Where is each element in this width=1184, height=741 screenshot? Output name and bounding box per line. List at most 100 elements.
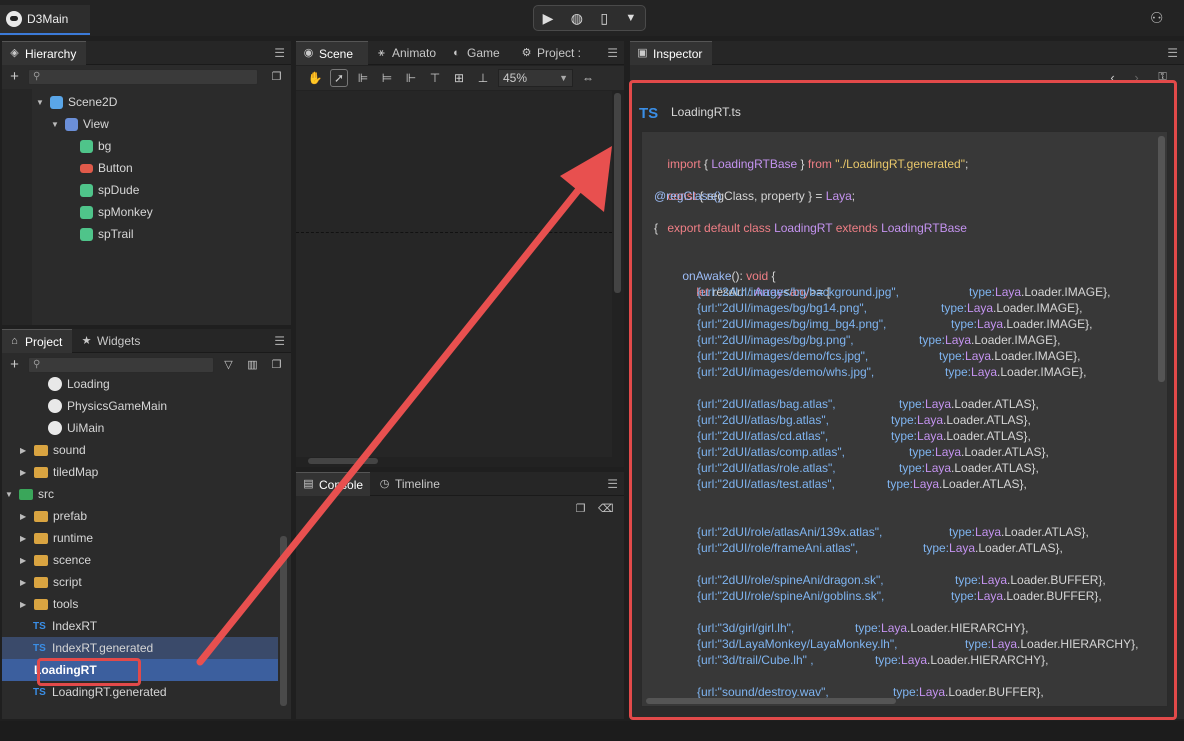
- scene-menu-icon[interactable]: ☰: [607, 46, 618, 60]
- scene-hscrollbar[interactable]: [308, 458, 378, 464]
- filter-icon[interactable]: ▽: [222, 359, 235, 372]
- tree-item-spmonkey[interactable]: spMonkey: [80, 201, 153, 223]
- copy-log-icon[interactable]: ❐: [574, 503, 587, 516]
- tree-item-spdude[interactable]: spDude: [80, 179, 139, 201]
- clear-log-icon[interactable]: ⌫: [598, 503, 614, 516]
- hierarchy-menu-icon[interactable]: ☰: [274, 46, 285, 60]
- scene-canvas[interactable]: [296, 91, 612, 457]
- tree-item-runtime[interactable]: ▶ runtime: [20, 527, 93, 549]
- tab-console[interactable]: ▤ Console: [296, 472, 370, 496]
- expand-arrow-icon[interactable]: ▶: [20, 556, 29, 565]
- play-icon[interactable]: ▶: [543, 10, 554, 27]
- tree-item-button[interactable]: Button: [80, 157, 133, 179]
- app-tab[interactable]: D3Main: [0, 5, 90, 35]
- tab-scene[interactable]: ◉ Scene: [296, 41, 368, 65]
- scene-vscrollbar[interactable]: [614, 93, 621, 293]
- project-menu-icon[interactable]: ☰: [274, 334, 285, 348]
- folder-icon: [34, 444, 48, 456]
- tree-item-label: script: [53, 575, 82, 589]
- settings-icon: ⚙: [521, 46, 532, 59]
- user-icon[interactable]: ⚇: [1150, 9, 1168, 27]
- tree-item-label: bg: [98, 139, 112, 153]
- inspector-menu-icon[interactable]: ☰: [1167, 46, 1178, 60]
- hand-tool-icon[interactable]: ✋: [306, 69, 324, 87]
- tab-hierarchy[interactable]: ◈ Hierarchy: [2, 41, 86, 65]
- hierarchy-header: ◈ Hierarchy ☰: [2, 41, 291, 65]
- app-title: D3Main: [27, 12, 69, 26]
- expand-arrow-icon[interactable]: ▼: [5, 490, 14, 499]
- tab-inspector[interactable]: ▣ Inspector: [630, 41, 712, 65]
- tab-game[interactable]: ◐ Game: [444, 41, 512, 65]
- expand-arrow-icon[interactable]: ▶: [20, 534, 29, 543]
- align-bottom-icon[interactable]: ⊥: [474, 69, 492, 87]
- tree-item-label: tools: [53, 597, 79, 611]
- tree-item-label: scence: [53, 553, 92, 567]
- columns-icon[interactable]: ▥: [246, 359, 259, 372]
- tree-item-label: src: [38, 487, 54, 501]
- tree-item-indexrt-generated[interactable]: TS IndexRT.generated: [2, 637, 278, 659]
- expand-arrow-icon[interactable]: ▶: [20, 468, 29, 477]
- scene-file-icon: [48, 421, 62, 435]
- hierarchy-gutter: [2, 89, 32, 325]
- tab-project[interactable]: ⌂ Project: [2, 329, 72, 353]
- zoom-select[interactable]: 45%: [498, 69, 573, 87]
- add-icon[interactable]: +: [8, 357, 21, 372]
- expand-arrow-icon[interactable]: ▼: [51, 120, 60, 129]
- expand-arrow-icon[interactable]: ▶: [20, 512, 29, 521]
- expand-arrow-icon[interactable]: ▶: [20, 600, 29, 609]
- sprite-icon: [80, 183, 93, 197]
- expand-arrow-icon[interactable]: ▶: [20, 446, 29, 455]
- tab-animator[interactable]: ⚹ Animato: [369, 41, 442, 65]
- add-icon[interactable]: +: [8, 69, 21, 84]
- copy-icon[interactable]: ❐: [270, 359, 283, 372]
- tree-item-label: Scene2D: [68, 95, 118, 109]
- select-tool-icon[interactable]: ➚: [330, 69, 348, 87]
- star-icon: ★: [81, 334, 92, 347]
- cube-icon: [50, 95, 63, 109]
- tree-item-sptrail[interactable]: spTrail: [80, 223, 134, 245]
- expand-arrow-icon[interactable]: ▼: [36, 98, 45, 107]
- tab-game-label: Game: [467, 46, 500, 60]
- tree-item-src[interactable]: ▼ src: [5, 483, 54, 505]
- tree-item-bg[interactable]: bg: [80, 135, 111, 157]
- hierarchy-search-input[interactable]: ⚲: [28, 69, 258, 85]
- fit-width-icon[interactable]: ⇔: [579, 69, 597, 87]
- tab-timeline[interactable]: ◷ Timeline: [372, 472, 450, 496]
- tree-item-sound[interactable]: ▶ sound: [20, 439, 86, 461]
- align-middle-icon[interactable]: ⊞: [450, 69, 468, 87]
- align-top-icon[interactable]: ⊤: [426, 69, 444, 87]
- align-right-icon[interactable]: ⊩: [402, 69, 420, 87]
- align-left-icon[interactable]: ⊫: [354, 69, 372, 87]
- tree-item-tiledmap[interactable]: ▶ tiledMap: [20, 461, 98, 483]
- tab-hierarchy-label: Hierarchy: [25, 46, 77, 61]
- typescript-file-icon: TS: [33, 642, 46, 654]
- tree-item-prefab[interactable]: ▶ prefab: [20, 505, 87, 527]
- tree-item-loading[interactable]: Loading: [48, 376, 110, 395]
- project-search-input[interactable]: ⚲: [28, 357, 214, 373]
- align-center-icon[interactable]: ⊨: [378, 69, 396, 87]
- globe-icon[interactable]: ◍: [571, 10, 583, 27]
- tree-item-physicsgamemain[interactable]: PhysicsGameMain: [48, 395, 167, 417]
- tree-item-scene2d[interactable]: ▼ Scene2D: [36, 91, 117, 113]
- hierarchy-panel: ◈ Hierarchy ☰ + ⚲ ❐ ▼ Scene2D ▼ View bg …: [2, 41, 291, 325]
- tab-scene-label: Scene: [319, 46, 354, 61]
- tab-widgets[interactable]: ★ Widgets: [74, 329, 150, 353]
- tab-project-settings[interactable]: ⚙ Project :: [514, 41, 594, 65]
- console-header: ▤ Console ◷ Timeline ☰: [296, 472, 624, 496]
- tree-item-indexrt[interactable]: TS IndexRT: [33, 615, 97, 637]
- mobile-icon[interactable]: ▯: [600, 10, 608, 27]
- tree-item-tools[interactable]: ▶ tools: [20, 593, 78, 615]
- console-menu-icon[interactable]: ☰: [607, 477, 618, 491]
- project-header: ⌂ Project ★ Widgets ☰: [2, 329, 291, 353]
- dropdown-chevron-icon[interactable]: ▼: [625, 12, 636, 24]
- console-panel: ▤ Console ◷ Timeline ☰ ❐ ⌫: [296, 472, 624, 719]
- tree-item-view[interactable]: ▼ View: [51, 113, 109, 135]
- copy-icon[interactable]: ❐: [270, 71, 283, 84]
- tree-item-label: spTrail: [98, 227, 134, 241]
- project-scrollbar[interactable]: [280, 536, 287, 706]
- scene-toolbar: ✋ ➚ ⊫ ⊨ ⊩ ⊤ ⊞ ⊥ 45% ⇔: [296, 66, 624, 90]
- tree-item-scence[interactable]: ▶ scence: [20, 549, 91, 571]
- expand-arrow-icon[interactable]: ▶: [20, 578, 29, 587]
- tree-item-script[interactable]: ▶ script: [20, 571, 82, 593]
- tree-item-uimain[interactable]: UiMain: [48, 417, 104, 439]
